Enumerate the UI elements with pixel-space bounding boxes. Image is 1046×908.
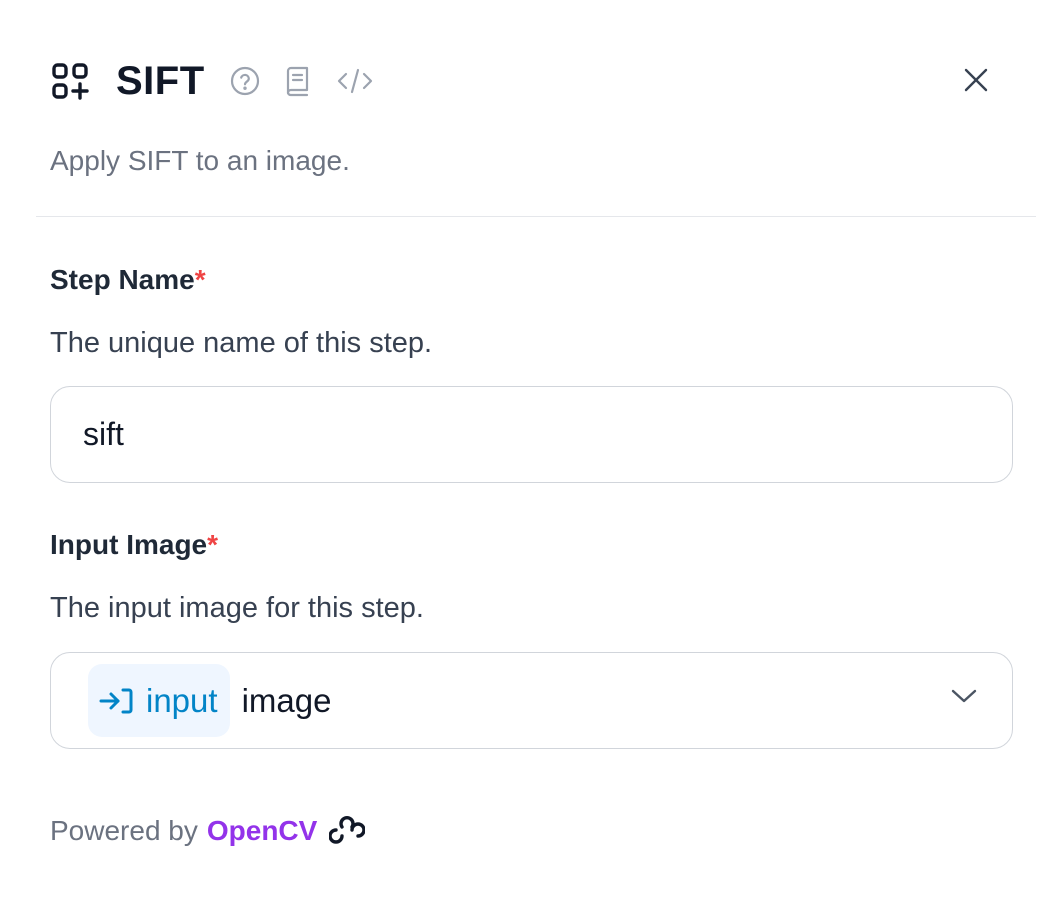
- input-chip-label: input: [146, 681, 218, 719]
- required-mark: *: [207, 529, 219, 560]
- required-mark: *: [194, 264, 206, 295]
- input-image-label-text: Input Image: [50, 529, 208, 560]
- input-image-label: Input Image*: [50, 529, 218, 561]
- input-chip: input: [88, 664, 230, 737]
- chevron-down-icon[interactable]: [950, 687, 978, 705]
- input-image-help: The input image for this step.: [50, 592, 424, 624]
- arrow-into-icon: [98, 686, 136, 716]
- block-grid-plus-icon: [50, 61, 90, 101]
- panel-header: SIFT: [50, 56, 996, 106]
- panel-description: Apply SIFT to an image.: [50, 145, 350, 176]
- step-name-help: The unique name of this step.: [50, 327, 433, 359]
- divider: [36, 216, 1036, 217]
- powered-by: Powered by OpenCV: [50, 814, 366, 848]
- step-name-label: Step Name*: [50, 264, 206, 296]
- input-image-select[interactable]: input image: [50, 652, 1013, 749]
- step-name-input[interactable]: [83, 416, 963, 453]
- step-name-label-text: Step Name: [50, 264, 195, 295]
- help-circle-icon[interactable]: [229, 65, 261, 97]
- code-icon[interactable]: [335, 66, 375, 96]
- powered-by-text: Powered by: [50, 815, 198, 846]
- close-icon[interactable]: [958, 62, 994, 98]
- opencv-logo-icon: [329, 814, 366, 848]
- book-icon[interactable]: [283, 65, 313, 97]
- panel-title: SIFT: [116, 59, 205, 103]
- step-name-field[interactable]: [50, 386, 1013, 483]
- brand-link[interactable]: OpenCV: [207, 815, 317, 847]
- selected-value: image: [241, 681, 332, 719]
